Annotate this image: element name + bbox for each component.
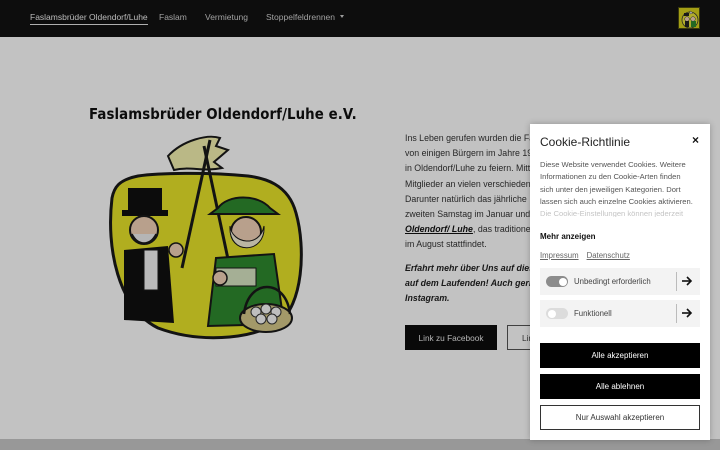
reject-all-button[interactable]: Alle ablehnen — [540, 374, 700, 399]
toggle-switch-on[interactable] — [546, 276, 568, 287]
cookie-category-label: Funktionell — [574, 309, 612, 318]
row-divider — [676, 272, 677, 291]
row-divider — [676, 304, 677, 323]
cookie-category-necessary[interactable]: Unbedingt erforderlich — [540, 268, 700, 295]
datenschutz-link[interactable]: Datenschutz — [587, 251, 630, 260]
cookie-title: Cookie-Richtlinie — [540, 135, 631, 149]
arrow-right-icon[interactable] — [681, 306, 693, 320]
cookie-description-line: Diese Website verwendet Cookies. Weitere — [540, 160, 686, 169]
accept-all-button[interactable]: Alle akzeptieren — [540, 343, 700, 368]
cookie-description-line: Die Cookie-Einstellungen können jederzei… — [540, 209, 684, 217]
cookie-description: Diese Website verwendet Cookies. Weitere… — [540, 159, 704, 217]
cookie-description-line: sich unter den jeweiligen Kategorien. Do… — [540, 184, 681, 194]
close-icon[interactable]: × — [692, 133, 699, 147]
show-more-toggle[interactable]: Mehr anzeigen — [540, 232, 596, 241]
arrow-right-icon[interactable] — [681, 274, 693, 288]
accept-selection-button[interactable]: Nur Auswahl akzeptieren — [540, 405, 700, 430]
cookie-description-line: lassen sich auch einzelne Cookies aktivi… — [540, 196, 693, 206]
toggle-switch-off[interactable] — [546, 308, 568, 319]
cookie-description-line: Informationen zu den Cookie-Arten finden — [540, 172, 681, 182]
impressum-link[interactable]: Impressum — [540, 251, 579, 260]
cookie-links: Impressum Datenschutz — [540, 251, 630, 260]
cookie-category-label: Unbedingt erforderlich — [574, 277, 651, 286]
cookie-category-functional[interactable]: Funktionell — [540, 300, 700, 327]
cookie-consent-panel: Cookie-Richtlinie × Diese Website verwen… — [530, 124, 710, 440]
